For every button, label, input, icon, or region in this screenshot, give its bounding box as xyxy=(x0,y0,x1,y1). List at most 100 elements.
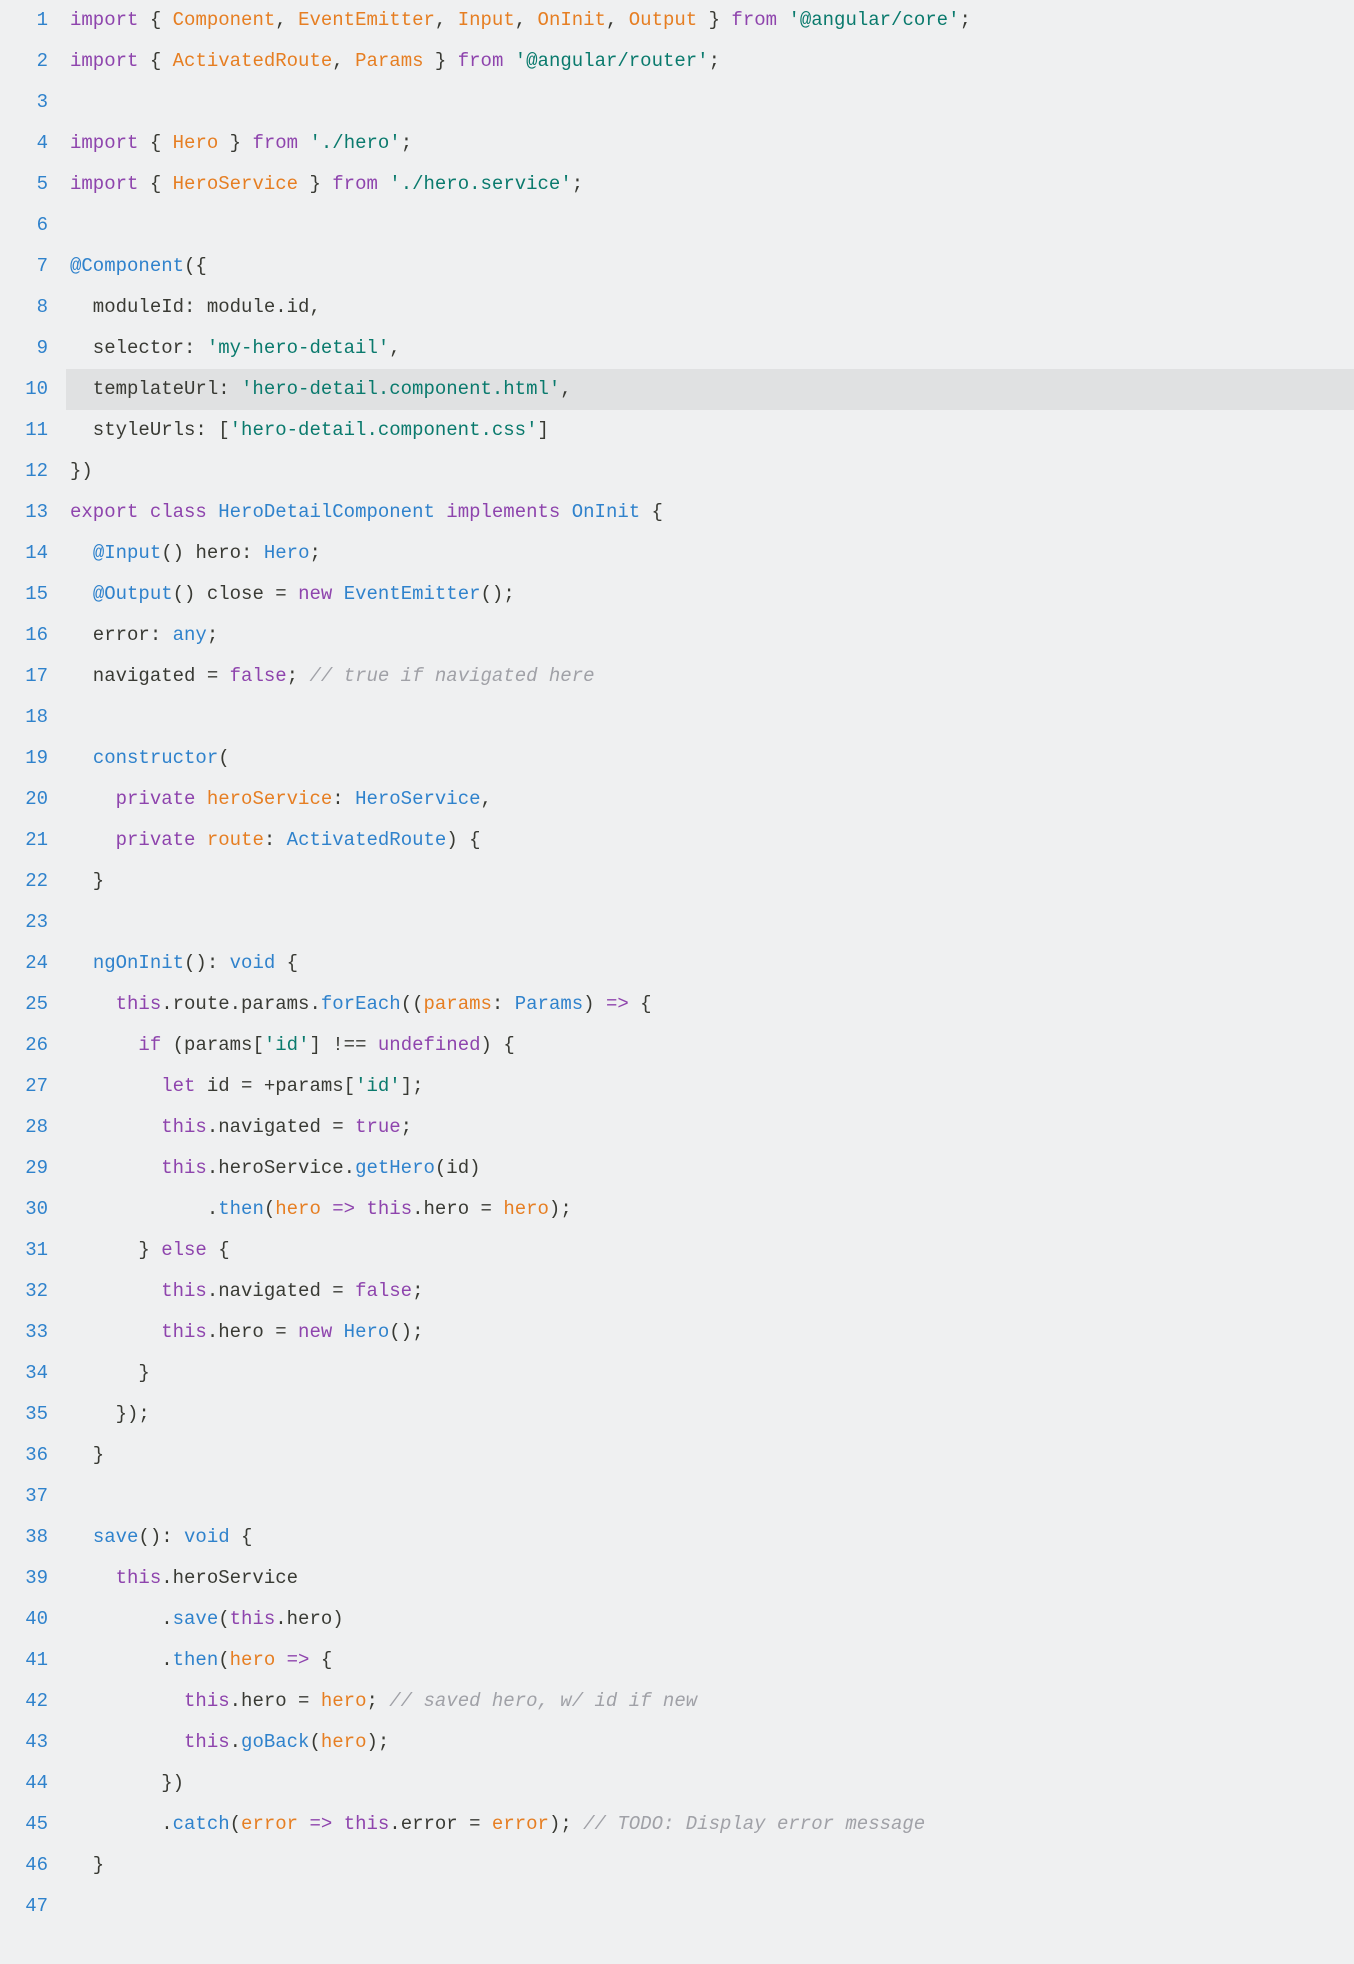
code-line[interactable]: this.hero = hero; // saved hero, w/ id i… xyxy=(66,1681,1354,1722)
token-plain: , xyxy=(275,9,298,31)
code-line[interactable] xyxy=(66,82,1354,123)
token-type: Hero xyxy=(344,1321,390,1343)
token-plain xyxy=(70,829,116,851)
code-line[interactable]: private heroService: HeroService, xyxy=(66,779,1354,820)
code-line[interactable]: templateUrl: 'hero-detail.component.html… xyxy=(66,369,1354,410)
code-line[interactable]: private route: ActivatedRoute) { xyxy=(66,820,1354,861)
token-plain: ; xyxy=(309,542,320,564)
code-line[interactable]: if (params['id'] !== undefined) { xyxy=(66,1025,1354,1066)
line-number: 17 xyxy=(0,656,48,697)
code-line[interactable]: }) xyxy=(66,1763,1354,1804)
token-kw: from xyxy=(731,9,777,31)
token-plain: } xyxy=(298,173,332,195)
code-line[interactable]: this.route.params.forEach((params: Param… xyxy=(66,984,1354,1025)
token-decl: route xyxy=(207,829,264,851)
code-line[interactable]: moduleId: module.id, xyxy=(66,287,1354,328)
token-this: this xyxy=(161,1116,207,1138)
code-line[interactable]: import { Hero } from './hero'; xyxy=(66,123,1354,164)
code-line[interactable]: .catch(error => this.error = error); // … xyxy=(66,1804,1354,1845)
token-plain xyxy=(321,1198,332,1220)
code-line[interactable]: } xyxy=(66,1435,1354,1476)
token-decl: Hero xyxy=(173,132,219,154)
code-line[interactable]: navigated = false; // true if navigated … xyxy=(66,656,1354,697)
line-number: 21 xyxy=(0,820,48,861)
token-plain: }) xyxy=(70,460,93,482)
code-line[interactable]: .then(hero => this.hero = hero); xyxy=(66,1189,1354,1230)
token-plain: .hero = xyxy=(207,1321,298,1343)
code-line[interactable]: .save(this.hero) xyxy=(66,1599,1354,1640)
code-line[interactable]: import { HeroService } from './hero.serv… xyxy=(66,164,1354,205)
token-plain xyxy=(70,583,93,605)
token-this: this xyxy=(161,1157,207,1179)
token-plain: ; xyxy=(287,665,310,687)
token-plain: ; xyxy=(572,173,583,195)
token-plain: (params[ xyxy=(161,1034,264,1056)
code-line[interactable]: let id = +params['id']; xyxy=(66,1066,1354,1107)
code-line[interactable]: this.navigated = false; xyxy=(66,1271,1354,1312)
code-line[interactable]: @Input() hero: Hero; xyxy=(66,533,1354,574)
token-str: './hero.service' xyxy=(389,173,571,195)
code-line[interactable]: error: any; xyxy=(66,615,1354,656)
token-plain: navigated = xyxy=(70,665,230,687)
token-kw: private xyxy=(116,829,196,851)
code-line[interactable] xyxy=(66,205,1354,246)
line-number: 35 xyxy=(0,1394,48,1435)
token-bool: false xyxy=(355,1280,412,1302)
token-plain xyxy=(560,501,571,523)
code-line[interactable]: constructor( xyxy=(66,738,1354,779)
code-line[interactable]: }) xyxy=(66,451,1354,492)
token-kw: import xyxy=(70,173,138,195)
token-decl: HeroService xyxy=(173,173,298,195)
token-plain xyxy=(70,1157,161,1179)
code-line[interactable]: } else { xyxy=(66,1230,1354,1271)
code-line[interactable]: }); xyxy=(66,1394,1354,1435)
line-number: 29 xyxy=(0,1148,48,1189)
code-line[interactable]: @Output() close = new EventEmitter(); xyxy=(66,574,1354,615)
token-plain: . xyxy=(70,1198,218,1220)
line-number: 11 xyxy=(0,410,48,451)
token-plain: (); xyxy=(389,1321,423,1343)
token-kw: => xyxy=(332,1198,355,1220)
code-line[interactable]: selector: 'my-hero-detail', xyxy=(66,328,1354,369)
code-editor[interactable]: 1234567891011121314151617181920212223242… xyxy=(0,0,1354,1927)
token-fn: forEach xyxy=(321,993,401,1015)
code-line[interactable]: save(): void { xyxy=(66,1517,1354,1558)
code-line[interactable]: import { Component, EventEmitter, Input,… xyxy=(66,0,1354,41)
code-line[interactable]: this.heroService.getHero(id) xyxy=(66,1148,1354,1189)
code-line[interactable]: .then(hero => { xyxy=(66,1640,1354,1681)
code-area[interactable]: import { Component, EventEmitter, Input,… xyxy=(66,0,1354,1927)
line-number: 26 xyxy=(0,1025,48,1066)
code-line[interactable] xyxy=(66,1886,1354,1927)
token-plain: ; xyxy=(366,1690,389,1712)
token-fn: then xyxy=(218,1198,264,1220)
code-line[interactable]: this.heroService xyxy=(66,1558,1354,1599)
code-line[interactable]: this.hero = new Hero(); xyxy=(66,1312,1354,1353)
token-plain: , xyxy=(560,378,571,400)
code-line[interactable]: @Component({ xyxy=(66,246,1354,287)
line-number: 22 xyxy=(0,861,48,902)
code-line[interactable]: import { ActivatedRoute, Params } from '… xyxy=(66,41,1354,82)
code-line[interactable]: export class HeroDetailComponent impleme… xyxy=(66,492,1354,533)
line-number: 40 xyxy=(0,1599,48,1640)
code-line[interactable]: } xyxy=(66,1353,1354,1394)
code-line[interactable]: this.goBack(hero); xyxy=(66,1722,1354,1763)
code-line[interactable] xyxy=(66,697,1354,738)
token-plain: ; xyxy=(401,132,412,154)
token-plain: : xyxy=(492,993,515,1015)
code-line[interactable]: this.navigated = true; xyxy=(66,1107,1354,1148)
token-fn: getHero xyxy=(355,1157,435,1179)
code-line[interactable] xyxy=(66,902,1354,943)
code-line[interactable]: } xyxy=(66,1845,1354,1886)
code-line[interactable]: styleUrls: ['hero-detail.component.css'] xyxy=(66,410,1354,451)
token-plain: (); xyxy=(481,583,515,605)
code-line[interactable] xyxy=(66,1476,1354,1517)
token-str: '@angular/router' xyxy=(515,50,709,72)
line-number: 6 xyxy=(0,205,48,246)
token-plain xyxy=(378,173,389,195)
token-plain: () close = xyxy=(173,583,298,605)
token-kw: class xyxy=(150,501,207,523)
code-line[interactable]: ngOnInit(): void { xyxy=(66,943,1354,984)
line-number: 37 xyxy=(0,1476,48,1517)
code-line[interactable]: } xyxy=(66,861,1354,902)
token-kw: new xyxy=(298,1321,332,1343)
